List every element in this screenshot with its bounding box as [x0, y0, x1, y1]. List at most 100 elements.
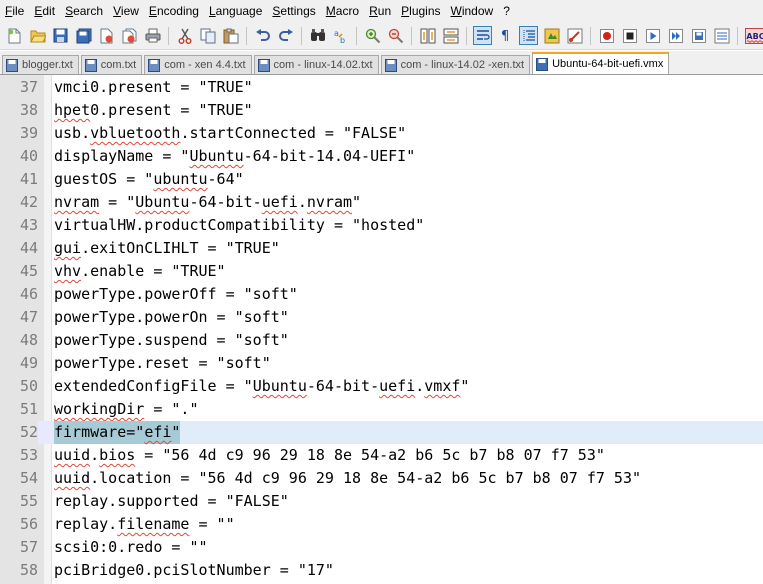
cut-icon[interactable] [175, 26, 194, 45]
menu-window[interactable]: Window [446, 0, 499, 22]
editor-line[interactable]: 40 displayName = "Ubuntu-64-bit-14.04-UEF… [0, 145, 763, 168]
editor-line[interactable]: 38 hpet0.present = "TRUE" [0, 99, 763, 122]
toolbar-separator [411, 26, 412, 45]
editor-line[interactable]: 47 powerType.powerOn = "soft" [0, 306, 763, 329]
line-number: 42 [19, 193, 38, 211]
line-number: 55 [19, 492, 38, 510]
editor-pane[interactable]: 37 vmci0.present = "TRUE" 38 hpet0.present … [0, 75, 763, 584]
editor-line[interactable]: 55 replay.supported = "FALSE" [0, 490, 763, 513]
code-text: vhv.enable = "TRUE" [54, 262, 226, 280]
editor-line[interactable]: 37 vmci0.present = "TRUE" [0, 76, 763, 99]
toolbar-separator [246, 26, 247, 45]
user-lang-icon[interactable] [542, 26, 561, 45]
code-text: workingDir = "." [54, 400, 199, 418]
editor-line[interactable]: 46 powerType.powerOff = "soft" [0, 283, 763, 306]
record-macro-icon[interactable] [597, 26, 616, 45]
editor-line[interactable]: 43 virtualHW.productCompatibility = "host… [0, 214, 763, 237]
doc-map-icon[interactable] [565, 26, 584, 45]
toolbar-separator [737, 26, 738, 45]
tab-file[interactable]: com.txt [80, 55, 143, 74]
editor-lines: 37 vmci0.present = "TRUE" 38 hpet0.present … [0, 76, 763, 582]
find-icon[interactable] [308, 26, 327, 45]
tab-file[interactable]: com - linux-14.02 -xen.txt [380, 55, 531, 74]
editor-line[interactable]: 51 workingDir = "." [0, 398, 763, 421]
code-text: uuid.bios = "56 4d c9 96 29 18 8e 54-a2 … [54, 446, 605, 464]
save-icon[interactable] [51, 26, 70, 45]
save-all-icon[interactable] [74, 26, 93, 45]
copy-icon[interactable] [198, 26, 217, 45]
new-file-icon[interactable] [5, 26, 24, 45]
word-wrap-icon[interactable] [473, 26, 492, 45]
code-text: powerType.powerOff = "soft" [54, 285, 298, 303]
editor-line[interactable]: 39 usb.vbluetooth.startConnected = "FALSE… [0, 122, 763, 145]
code-text: nvram = "Ubuntu-64-bit-uefi.nvram" [54, 193, 362, 211]
menu-encoding[interactable]: Encoding [144, 0, 204, 22]
paste-icon[interactable] [221, 26, 240, 45]
menu-search[interactable]: Search [60, 0, 108, 22]
menu-edit[interactable]: Edit [29, 0, 60, 22]
menu-macro[interactable]: Macro [321, 0, 364, 22]
open-file-icon[interactable] [28, 26, 47, 45]
replace-icon[interactable]: ab [331, 26, 350, 45]
toolbar-separator [356, 26, 357, 45]
line-number: 41 [19, 170, 38, 188]
menu-language[interactable]: Language [204, 0, 267, 22]
sync-horizontal-icon[interactable] [441, 26, 460, 45]
editor-line[interactable]: 52 firmware="efi" [0, 421, 763, 444]
file-icon [257, 58, 270, 72]
editor-line[interactable]: 56 replay.filename = "" [0, 513, 763, 536]
code-text: uuid.location = "56 4d c9 96 29 18 8e 54… [54, 469, 642, 487]
line-number: 37 [19, 78, 38, 96]
menu-run[interactable]: Run [364, 0, 396, 22]
menu-view[interactable]: View [108, 0, 144, 22]
tab-file[interactable]: com - linux-14.02.txt [253, 55, 379, 74]
svg-text:a: a [334, 29, 339, 38]
editor-line[interactable]: 48 powerType.suspend = "soft" [0, 329, 763, 352]
function-list-icon[interactable] [712, 26, 731, 45]
editor-line[interactable]: 44 gui.exitOnCLIHLT = "TRUE" [0, 237, 763, 260]
close-all-icon[interactable] [120, 26, 139, 45]
editor-line[interactable]: 57 scsi0:0.redo = "" [0, 536, 763, 559]
file-icon [84, 58, 97, 72]
indent-guide-icon[interactable] [519, 26, 538, 45]
stop-macro-icon[interactable] [620, 26, 639, 45]
redo-icon[interactable] [276, 26, 295, 45]
editor-line[interactable]: 45 vhv.enable = "TRUE" [0, 260, 763, 283]
menu-plugins[interactable]: Plugins [396, 0, 445, 22]
menu-bar: File Edit Search View Encoding Language … [0, 0, 763, 22]
print-icon[interactable] [143, 26, 162, 45]
line-number: 43 [19, 216, 38, 234]
menu-settings[interactable]: Settings [267, 0, 320, 22]
tab-file[interactable]: com - xen 4.4.txt [144, 55, 252, 74]
editor-line[interactable]: 50 extendedConfigFile = "Ubuntu-64-bit-ue… [0, 375, 763, 398]
code-text: powerType.suspend = "soft" [54, 331, 289, 349]
code-text: virtualHW.productCompatibility = "hosted… [54, 216, 425, 234]
editor-line[interactable]: 49 powerType.reset = "soft" [0, 352, 763, 375]
notepad-plus-plus-window: File Edit Search View Encoding Language … [0, 0, 763, 584]
editor-line[interactable]: 54 uuid.location = "56 4d c9 96 29 18 8e … [0, 467, 763, 490]
editor-line[interactable]: 42 nvram = "Ubuntu-64-bit-uefi.nvram" [0, 191, 763, 214]
show-all-chars-icon[interactable]: ¶ [496, 26, 515, 45]
toolbar: ab ¶ ABC [0, 22, 763, 50]
code-text: hpet0.present = "TRUE" [54, 101, 253, 119]
play-macro-icon[interactable] [643, 26, 662, 45]
menu-file[interactable]: File [0, 0, 29, 22]
line-number: 52 [0, 421, 38, 444]
close-icon[interactable] [97, 26, 116, 45]
line-number: 56 [19, 515, 38, 533]
sync-vertical-icon[interactable] [418, 26, 437, 45]
editor-line[interactable]: 53 uuid.bios = "56 4d c9 96 29 18 8e 54-a… [0, 444, 763, 467]
tab-file[interactable]: Ubuntu-64-bit-uefi.vmx [532, 52, 670, 74]
menu-help[interactable]: ? [498, 0, 515, 22]
tab-file[interactable]: blogger.txt [2, 55, 79, 74]
code-text: vmci0.present = "TRUE" [54, 78, 253, 96]
editor-line[interactable]: 41 guestOS = "ubuntu-64" [0, 168, 763, 191]
save-macro-icon[interactable] [689, 26, 708, 45]
spell-check-icon[interactable]: ABC [744, 26, 763, 45]
zoom-in-icon[interactable] [363, 26, 382, 45]
line-number: 48 [19, 331, 38, 349]
zoom-out-icon[interactable] [386, 26, 405, 45]
editor-line[interactable]: 58 pciBridge0.pciSlotNumber = "17" [0, 559, 763, 582]
undo-icon[interactable] [253, 26, 272, 45]
play-multiple-icon[interactable] [666, 26, 685, 45]
